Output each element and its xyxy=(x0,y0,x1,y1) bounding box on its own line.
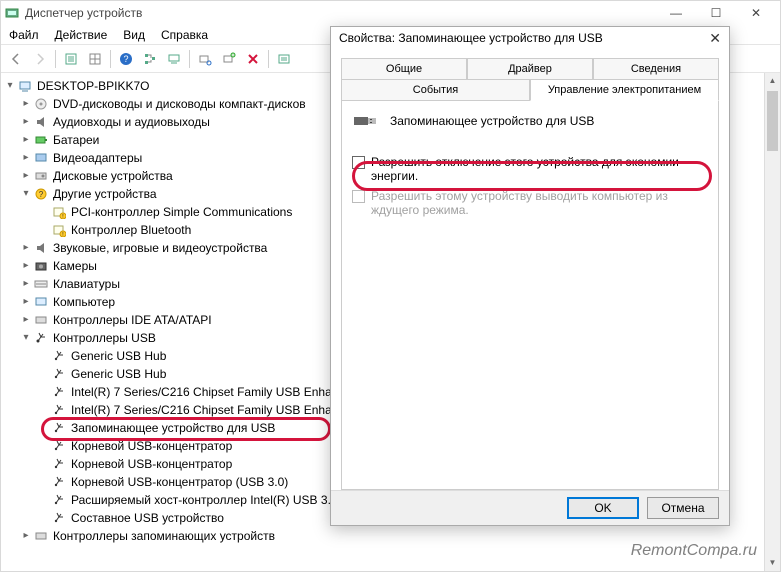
properties-dialog: Свойства: Запоминающее устройство для US… xyxy=(330,26,730,526)
usb-device-icon xyxy=(51,348,67,364)
checkbox-icon xyxy=(352,190,365,203)
storage-controller-icon xyxy=(33,312,49,328)
checkbox-allow-power-off[interactable]: Разрешить отключение этого устройства дл… xyxy=(352,155,708,183)
dialog-title: Свойства: Запоминающее устройство для US… xyxy=(339,31,603,45)
title-bar: Диспетчер устройств — ☐ ✕ xyxy=(1,1,780,25)
view-icon[interactable] xyxy=(84,48,106,70)
tree-storage-controllers[interactable]: ▸Контроллеры запоминающих устройств xyxy=(3,527,776,545)
audio-icon xyxy=(33,114,49,130)
svg-text:?: ? xyxy=(123,54,128,64)
usb-controller-icon xyxy=(33,330,49,346)
usb-device-icon xyxy=(51,492,67,508)
properties-icon[interactable] xyxy=(60,48,82,70)
menu-view[interactable]: Вид xyxy=(123,28,145,42)
help-icon[interactable]: ? xyxy=(115,48,137,70)
optical-drive-icon xyxy=(33,96,49,112)
usb-device-icon xyxy=(51,510,67,526)
disk-drive-icon xyxy=(33,168,49,184)
scroll-thumb[interactable] xyxy=(767,91,778,151)
tab-details[interactable]: Сведения xyxy=(593,58,719,80)
scroll-down-icon[interactable]: ▼ xyxy=(765,555,780,571)
tab-power-management[interactable]: Управление электропитанием xyxy=(530,79,719,101)
unknown-device-icon: ! xyxy=(51,204,67,220)
dialog-close-button[interactable]: ✕ xyxy=(709,30,721,47)
back-button[interactable] xyxy=(5,48,27,70)
add-hardware-icon[interactable] xyxy=(218,48,240,70)
cancel-button[interactable]: Отмена xyxy=(647,497,719,519)
menu-action[interactable]: Действие xyxy=(55,28,108,42)
checkbox-label: Разрешить отключение этого устройства дл… xyxy=(371,155,708,183)
usb-device-icon xyxy=(51,366,67,382)
menu-file[interactable]: Файл xyxy=(9,28,39,42)
tab-pane-power: Запоминающее устройство для USB Разрешит… xyxy=(341,100,719,490)
device-properties-icon[interactable] xyxy=(273,48,295,70)
tree-scrollbar[interactable]: ▲ ▼ xyxy=(764,73,780,571)
computer-node-icon xyxy=(33,294,49,310)
scan-hardware-icon[interactable] xyxy=(194,48,216,70)
checkbox-label: Разрешить этому устройству выводить комп… xyxy=(371,189,708,217)
dialog-title-bar: Свойства: Запоминающее устройство для US… xyxy=(331,27,729,50)
menu-help[interactable]: Справка xyxy=(161,28,208,42)
other-devices-icon: ? xyxy=(33,186,49,202)
device-name: Запоминающее устройство для USB xyxy=(390,114,594,128)
usb-plug-icon xyxy=(352,111,380,131)
unknown-device-icon: ! xyxy=(51,222,67,238)
window-title: Диспетчер устройств xyxy=(25,6,142,20)
forward-button[interactable] xyxy=(29,48,51,70)
usb-device-icon xyxy=(51,402,67,418)
svg-text:!: ! xyxy=(62,232,63,237)
tab-general[interactable]: Общие xyxy=(341,58,467,80)
ok-button[interactable]: OK xyxy=(567,497,639,519)
dialog-footer: OK Отмена xyxy=(331,490,729,525)
maximize-button[interactable]: ☐ xyxy=(696,1,736,25)
minimize-button[interactable]: — xyxy=(656,1,696,25)
device-manager-icon xyxy=(5,6,19,20)
tab-events[interactable]: События xyxy=(341,79,530,101)
computer-icon xyxy=(17,78,33,94)
checkbox-icon[interactable] xyxy=(352,156,365,169)
display-adapter-icon xyxy=(33,150,49,166)
tree-icon[interactable] xyxy=(139,48,161,70)
sound-icon xyxy=(33,240,49,256)
battery-icon xyxy=(33,132,49,148)
dialog-body: Общие Драйвер Сведения События Управлени… xyxy=(331,50,729,490)
close-button[interactable]: ✕ xyxy=(736,1,776,25)
usb-device-icon xyxy=(51,438,67,454)
devices-icon[interactable] xyxy=(163,48,185,70)
svg-text:?: ? xyxy=(39,190,44,199)
usb-device-icon xyxy=(51,456,67,472)
svg-text:!: ! xyxy=(62,214,63,219)
tab-driver[interactable]: Драйвер xyxy=(467,58,593,80)
scroll-up-icon[interactable]: ▲ xyxy=(765,73,780,89)
keyboard-icon xyxy=(33,276,49,292)
checkbox-allow-wake: Разрешить этому устройству выводить комп… xyxy=(352,189,708,217)
usb-device-icon xyxy=(51,474,67,490)
remove-hardware-icon[interactable] xyxy=(242,48,264,70)
dialog-tabs: Общие Драйвер Сведения События Управлени… xyxy=(341,58,719,100)
storage-controller-icon xyxy=(33,528,49,544)
usb-device-icon xyxy=(51,384,67,400)
window-controls: — ☐ ✕ xyxy=(656,1,776,25)
camera-icon xyxy=(33,258,49,274)
device-header: Запоминающее устройство для USB xyxy=(352,111,708,131)
usb-device-icon xyxy=(51,420,67,436)
